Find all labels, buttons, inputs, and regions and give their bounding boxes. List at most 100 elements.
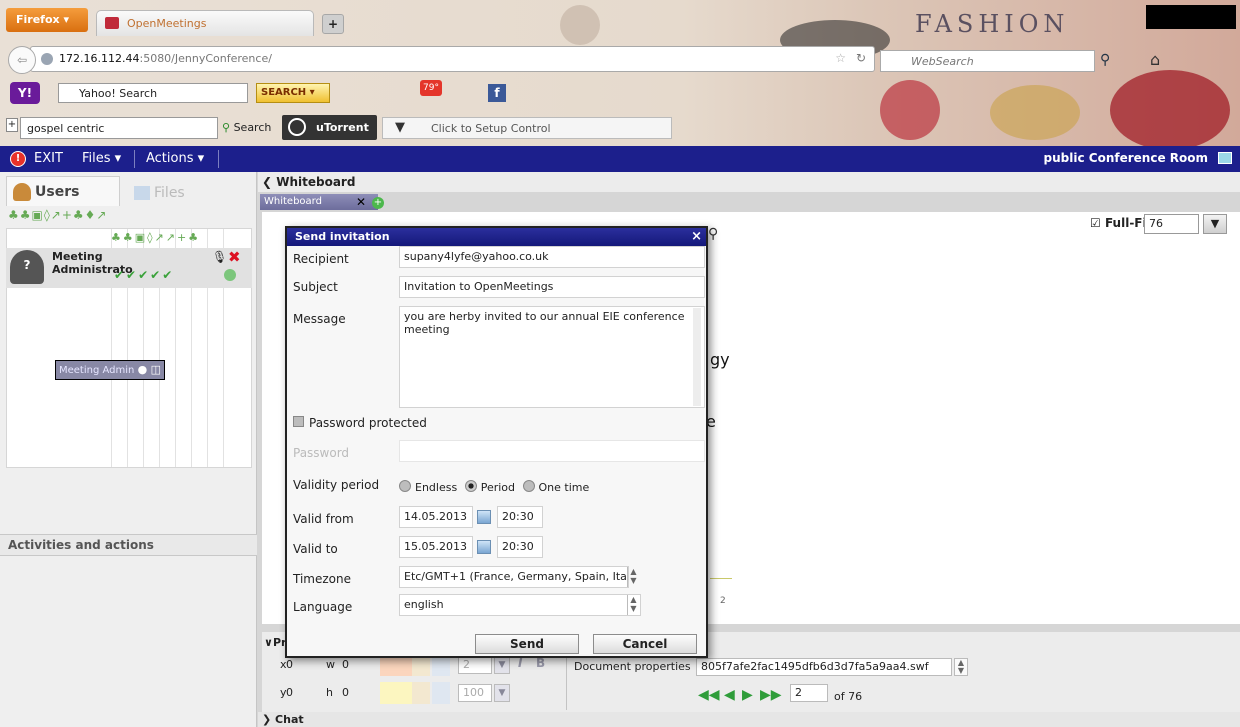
expand-icon[interactable]: +	[6, 118, 18, 132]
first-page-icon[interactable]: ◀◀	[698, 688, 720, 702]
fashion-theme-text: FASHION	[915, 10, 1070, 38]
timezone-spinner-icon[interactable]: ▲ ▼	[627, 567, 639, 587]
opacity-input[interactable]: 100	[458, 684, 492, 702]
user-toolbar-icons[interactable]: ♣♣▣◊↗+♣♦↗	[8, 208, 148, 224]
calendar-icon[interactable]	[477, 510, 491, 524]
monitor-icon[interactable]	[1218, 152, 1232, 164]
toolbar-search-button[interactable]: ⚲ Search	[222, 117, 278, 139]
setup-control-field[interactable]: ▼ Click to Setup Control	[382, 117, 672, 139]
message-scrollbar[interactable]	[693, 308, 701, 406]
password-protected-checkbox[interactable]	[293, 416, 304, 427]
decor-lipstick	[990, 85, 1080, 140]
h-value[interactable]: 0	[342, 686, 349, 699]
firefox-menu-button[interactable]: Firefox ▾	[6, 8, 88, 32]
italic-button[interactable]: I	[518, 656, 522, 670]
add-tab-icon[interactable]: +	[372, 197, 384, 209]
timezone-select[interactable]: Etc/GMT+1 (France, Germany, Spain, Italy	[399, 566, 629, 588]
exit-menu[interactable]: EXIT	[34, 151, 63, 166]
full-fit-toggle[interactable]: ☑ Full-Fit	[1090, 216, 1152, 230]
chat-bar[interactable]: ❯ Chat	[258, 712, 1240, 727]
document-select[interactable]: 805f7afe2fac1495dfb6d3d7fa5a9aa4.swf	[696, 658, 952, 676]
radio-endless[interactable]: Endless	[399, 480, 457, 494]
star-icon[interactable]: ☆	[835, 51, 846, 65]
gospel-search-value: gospel centric	[27, 122, 105, 135]
checkbox-icon[interactable]: ☑	[1090, 216, 1101, 230]
send-button[interactable]: Send	[475, 634, 579, 654]
gospel-search-input[interactable]: gospel centric	[20, 117, 218, 139]
font-size-dropdown-icon[interactable]: ▼	[494, 656, 510, 674]
actions-menu[interactable]: Actions ▾	[146, 151, 204, 166]
exit-icon[interactable]: !	[10, 151, 26, 167]
tab-users[interactable]: Users	[6, 176, 120, 206]
new-tab-button[interactable]: +	[322, 14, 344, 34]
valid-from-time[interactable]: 20:30	[497, 506, 543, 528]
url-bar[interactable]: 172.16.112.44:5080/JennyConference/ ☆ ↻	[30, 46, 875, 72]
fill-lock-icon[interactable]	[432, 682, 450, 704]
valid-to-date[interactable]: 15.05.2013	[399, 536, 473, 558]
fill-color-picker-icon[interactable]	[412, 682, 430, 704]
user-video-window[interactable]: Meeting Admin ● ◫	[55, 360, 165, 380]
document-select-spinner-icon[interactable]: ▲ ▼	[954, 658, 968, 676]
page-number-input[interactable]: 2	[790, 684, 828, 702]
divider	[134, 150, 135, 168]
files-menu[interactable]: Files ▾	[82, 151, 121, 166]
w-value[interactable]: 0	[342, 658, 349, 671]
setup-control-label: Click to Setup Control	[431, 122, 551, 135]
timezone-label: Timezone	[293, 572, 351, 586]
home-icon[interactable]: ⌂	[1150, 50, 1160, 69]
recipient-field[interactable]: supany4lyfe@yahoo.co.uk	[399, 246, 705, 268]
room-name: public Conference Room	[1043, 151, 1208, 165]
bold-button[interactable]: B	[536, 656, 545, 670]
message-textarea[interactable]: you are herby invited to our annual EIE …	[399, 306, 705, 408]
microphone-icon[interactable]: 🎙	[212, 250, 227, 264]
weather-badge[interactable]: 79°	[420, 80, 442, 96]
websearch-input[interactable]: WebSearch	[880, 50, 1095, 72]
permission-check-icons[interactable]: ✔✔✔✔✔	[114, 268, 174, 282]
yahoo-logo-icon[interactable]: Y!	[10, 82, 40, 104]
video-window-label: Meeting Admin	[59, 365, 135, 376]
radio-one-time[interactable]: One time	[522, 480, 589, 494]
zoom-icon[interactable]: ⚲	[708, 226, 718, 242]
whiteboard-text: gy	[710, 350, 730, 369]
y-value[interactable]: 0	[286, 686, 293, 699]
tab-openmeetings[interactable]: OpenMeetings	[96, 10, 314, 36]
valid-from-date[interactable]: 14.05.2013	[399, 506, 473, 528]
close-icon[interactable]: ×	[691, 229, 702, 245]
fill-color-swatch[interactable]	[380, 682, 412, 704]
search-icon[interactable]: ⚲	[1100, 52, 1110, 68]
yahoo-search-button[interactable]: SEARCH ▾	[256, 83, 330, 103]
prev-page-icon[interactable]: ◀	[724, 688, 740, 702]
language-spinner-icon[interactable]: ▲ ▼	[627, 595, 639, 615]
chevron-left-icon[interactable]: ❮	[262, 175, 276, 189]
user-row[interactable]: ? Meeting Administrato 🎙 ✖ ✔✔✔✔✔	[6, 248, 252, 288]
users-icon	[13, 183, 31, 201]
font-size-input[interactable]: 2	[458, 656, 492, 674]
cancel-button[interactable]: Cancel	[593, 634, 697, 654]
reload-icon[interactable]: ↻	[856, 51, 866, 65]
next-page-icon[interactable]: ▶	[742, 688, 758, 702]
yahoo-search-input[interactable]: Yahoo! Search	[58, 83, 248, 103]
whiteboard-header[interactable]: ❮ Whiteboard	[258, 172, 1240, 192]
last-page-icon[interactable]: ▶▶	[760, 688, 782, 702]
h-label: h	[326, 686, 333, 699]
activities-header: Activities and actions	[0, 534, 257, 556]
password-field[interactable]	[399, 440, 705, 462]
back-button[interactable]: ⇦	[8, 46, 36, 74]
opacity-dropdown-icon[interactable]: ▼	[494, 684, 510, 702]
left-panel: Users Files ♣♣▣◊↗+♣♦↗ ♣♣▣◊↗↗+♣ ? Meeting…	[0, 172, 257, 727]
subject-field[interactable]: Invitation to OpenMeetings	[399, 276, 705, 298]
zoom-input[interactable]: 76	[1144, 214, 1199, 234]
close-tab-icon[interactable]: ✕	[356, 195, 366, 209]
kick-user-icon[interactable]: ✖	[228, 248, 241, 266]
valid-from-label: Valid from	[293, 512, 354, 526]
facebook-icon[interactable]: f	[488, 84, 506, 102]
zoom-dropdown-button[interactable]: ▼	[1203, 214, 1227, 234]
x-value[interactable]: 0	[286, 658, 293, 671]
window-controls-icon[interactable]: ● ◫	[138, 363, 162, 376]
properties-collapse[interactable]: ∨Pr	[264, 636, 286, 649]
language-select[interactable]: english	[399, 594, 641, 616]
calendar-icon[interactable]	[477, 540, 491, 554]
valid-to-time[interactable]: 20:30	[497, 536, 543, 558]
radio-period[interactable]: Period	[464, 480, 515, 494]
tab-files[interactable]: Files	[130, 180, 230, 206]
